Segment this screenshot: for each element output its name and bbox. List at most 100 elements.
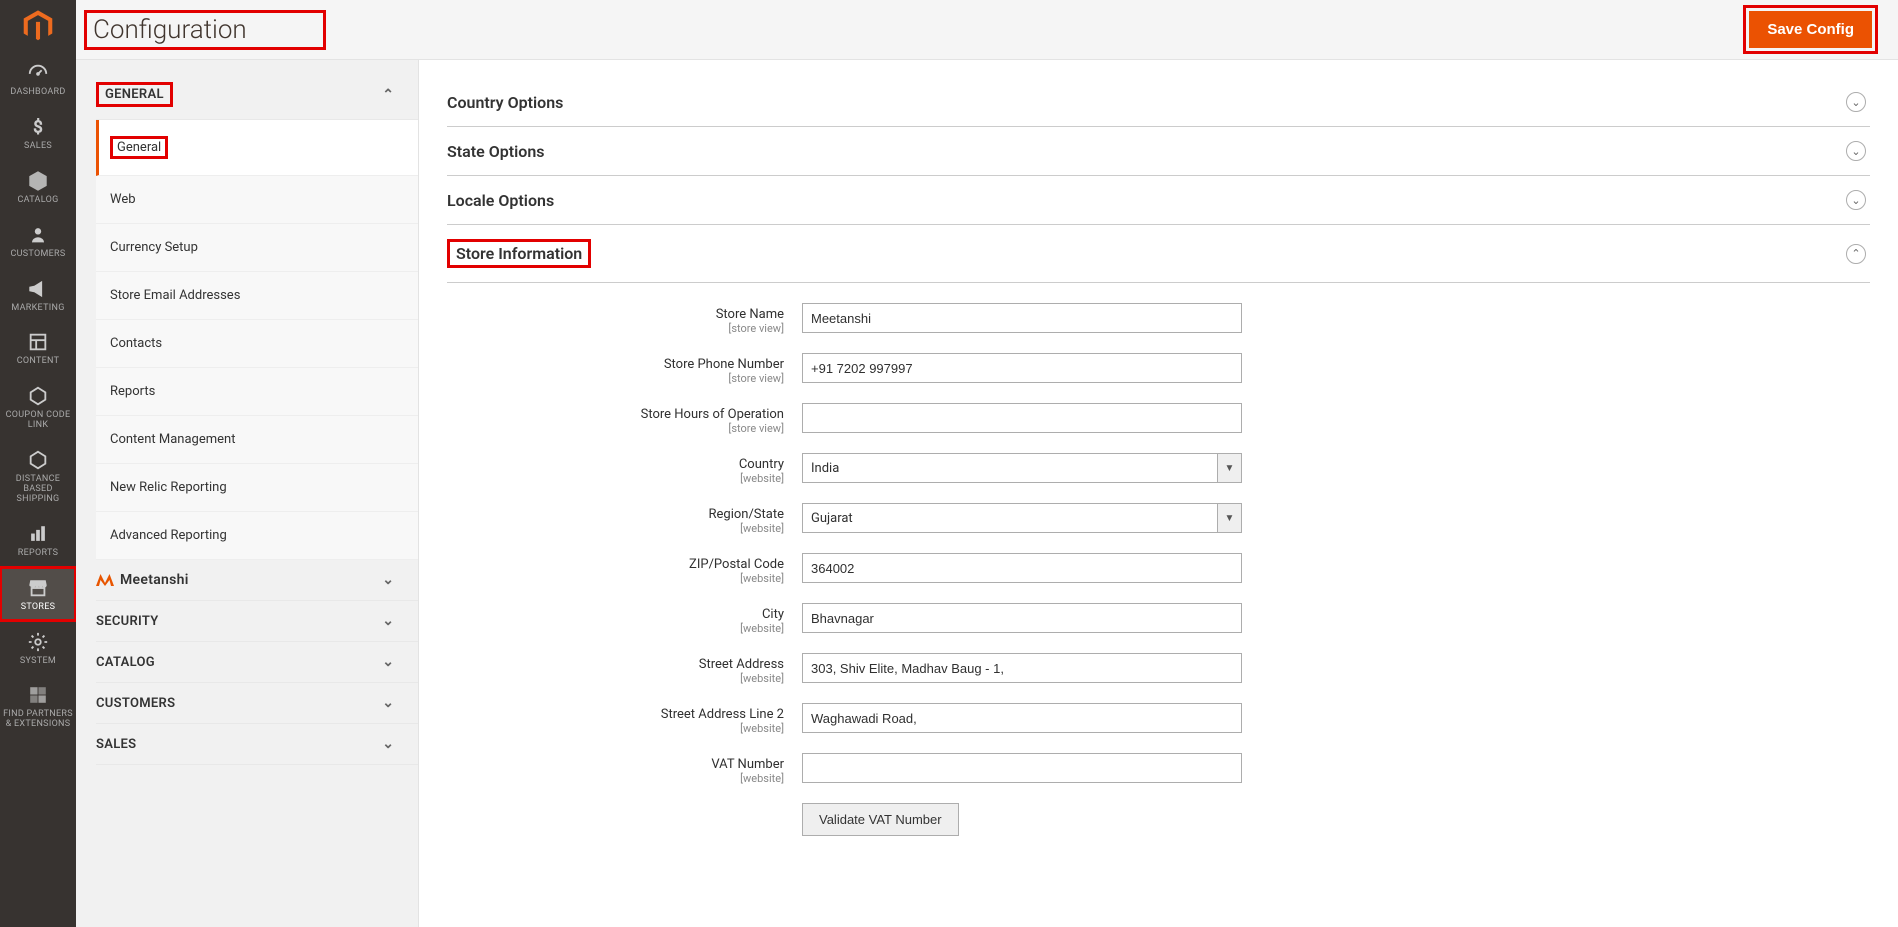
group-locale-options[interactable]: Locale Options ⌄ — [447, 176, 1870, 225]
megaphone-icon — [27, 278, 49, 300]
sidebar-item-web[interactable]: Web — [96, 176, 418, 224]
sidebar-section-customers[interactable]: CUSTOMERS ⌄ — [96, 683, 418, 724]
scope-street1: [website] — [447, 672, 784, 685]
sidebar-section-sales-label: SALES — [96, 737, 136, 752]
bar-chart-icon — [27, 523, 49, 545]
validate-vat-button[interactable]: Validate VAT Number — [802, 803, 959, 836]
admin-nav: DASHBOARD $ SALES CATALOG CUSTOMERS MARK… — [0, 0, 76, 927]
nav-marketing-label: MARKETING — [11, 304, 64, 314]
sidebar-section-customers-label: CUSTOMERS — [96, 696, 175, 711]
row-store-phone: Store Phone Number [store view] — [447, 353, 1547, 385]
sidebar-section-general-label: GENERAL — [96, 82, 173, 107]
sidebar-section-sales[interactable]: SALES ⌄ — [96, 724, 418, 765]
nav-dashboard[interactable]: DASHBOARD — [0, 52, 76, 106]
select-country[interactable]: India ▼ — [802, 453, 1242, 483]
group-store-title: Store Information — [447, 239, 591, 268]
scope-street2: [website] — [447, 722, 784, 735]
scope-store-hours: [store view] — [447, 422, 784, 435]
sidebar-item-currency-setup[interactable]: Currency Setup — [96, 224, 418, 272]
sidebar-item-new-relic[interactable]: New Relic Reporting — [96, 464, 418, 512]
select-country-value: India — [811, 461, 839, 476]
main: Configuration Save Config GENERAL ⌃ Gene… — [76, 0, 1898, 927]
puzzle-icon — [27, 684, 49, 706]
expand-icon: ⌄ — [1846, 141, 1866, 161]
gear-icon — [27, 631, 49, 653]
scope-city: [website] — [447, 622, 784, 635]
nav-sales[interactable]: $ SALES — [0, 106, 76, 160]
row-street2: Street Address Line 2 [website] — [447, 703, 1547, 735]
input-street1[interactable] — [802, 653, 1242, 683]
expand-icon: ⌄ — [1846, 92, 1866, 112]
scope-store-name: [store view] — [447, 322, 784, 335]
nav-content[interactable]: CONTENT — [0, 321, 76, 375]
nav-partners[interactable]: FIND PARTNERS & EXTENSIONS — [0, 674, 76, 738]
row-zip: ZIP/Postal Code [website] — [447, 553, 1547, 585]
hexagon-icon — [27, 449, 49, 471]
scope-region: [website] — [447, 522, 784, 535]
input-vat[interactable] — [802, 753, 1242, 783]
nav-catalog[interactable]: CATALOG — [0, 160, 76, 214]
input-store-name[interactable] — [802, 303, 1242, 333]
group-locale-title: Locale Options — [447, 191, 554, 210]
page-title: Configuration — [84, 10, 326, 50]
nav-marketing[interactable]: MARKETING — [0, 268, 76, 322]
sidebar-section-meetanshi-label: Meetanshi — [120, 572, 189, 588]
scope-store-phone: [store view] — [447, 372, 784, 385]
input-street2[interactable] — [802, 703, 1242, 733]
chevron-down-icon: ⌄ — [382, 736, 394, 752]
save-button[interactable]: Save Config — [1749, 11, 1872, 48]
nav-sales-label: SALES — [24, 142, 52, 152]
select-region[interactable]: Gujarat ▼ — [802, 503, 1242, 533]
save-button-highlight: Save Config — [1743, 5, 1878, 54]
nav-system-label: SYSTEM — [20, 657, 56, 667]
svg-text:$: $ — [33, 118, 42, 137]
sidebar-item-reports[interactable]: Reports — [96, 368, 418, 416]
person-icon — [27, 224, 49, 246]
hexagon-icon — [27, 385, 49, 407]
group-state-options[interactable]: State Options ⌄ — [447, 127, 1870, 176]
label-street2: Street Address Line 2 — [661, 707, 784, 722]
row-country: Country [website] India ▼ — [447, 453, 1547, 485]
gauge-icon — [27, 62, 49, 84]
sidebar-section-meetanshi[interactable]: Meetanshi ⌄ — [96, 560, 418, 601]
group-country-options[interactable]: Country Options ⌄ — [447, 78, 1870, 127]
layout-icon — [27, 331, 49, 353]
sidebar-section-security[interactable]: SECURITY ⌄ — [96, 601, 418, 642]
sidebar-section-catalog[interactable]: CATALOG ⌄ — [96, 642, 418, 683]
input-store-hours[interactable] — [802, 403, 1242, 433]
nav-partners-label: FIND PARTNERS & EXTENSIONS — [2, 710, 74, 730]
sidebar-item-store-email[interactable]: Store Email Addresses — [96, 272, 418, 320]
sidebar-item-advanced-reporting[interactable]: Advanced Reporting — [96, 512, 418, 560]
label-zip: ZIP/Postal Code — [689, 557, 784, 572]
input-city[interactable] — [802, 603, 1242, 633]
input-zip[interactable] — [802, 553, 1242, 583]
sidebar-item-contacts[interactable]: Contacts — [96, 320, 418, 368]
nav-system[interactable]: SYSTEM — [0, 621, 76, 675]
chevron-down-icon: ⌄ — [382, 695, 394, 711]
label-vat: VAT Number — [711, 757, 784, 772]
sidebar-section-general[interactable]: GENERAL ⌃ — [96, 70, 418, 120]
page-body: GENERAL ⌃ General Web Currency Setup Sto… — [76, 60, 1898, 927]
sidebar-section-security-label: SECURITY — [96, 614, 159, 629]
scope-zip: [website] — [447, 572, 784, 585]
sidebar-item-content-management[interactable]: Content Management — [96, 416, 418, 464]
nav-reports[interactable]: REPORTS — [0, 513, 76, 567]
sidebar-item-general[interactable]: General — [96, 120, 418, 176]
chevron-up-icon: ⌃ — [382, 87, 394, 103]
nav-coupon-label: COUPON CODE LINK — [2, 411, 74, 431]
label-city: City — [762, 607, 784, 622]
dollar-icon: $ — [27, 116, 49, 138]
scope-country: [website] — [447, 472, 784, 485]
nav-distance[interactable]: DISTANCE BASED SHIPPING — [0, 439, 76, 513]
nav-coupon[interactable]: COUPON CODE LINK — [0, 375, 76, 439]
nav-stores[interactable]: STORES — [0, 567, 76, 621]
dropdown-arrow-icon: ▼ — [1217, 454, 1241, 482]
input-store-phone[interactable] — [802, 353, 1242, 383]
label-store-name: Store Name — [716, 307, 784, 322]
nav-dashboard-label: DASHBOARD — [10, 88, 65, 98]
config-sidebar: GENERAL ⌃ General Web Currency Setup Sto… — [76, 60, 419, 927]
nav-customers[interactable]: CUSTOMERS — [0, 214, 76, 268]
group-store-information[interactable]: Store Information ⌃ — [447, 225, 1870, 283]
nav-customers-label: CUSTOMERS — [10, 250, 65, 260]
page-header: Configuration Save Config — [76, 0, 1898, 60]
